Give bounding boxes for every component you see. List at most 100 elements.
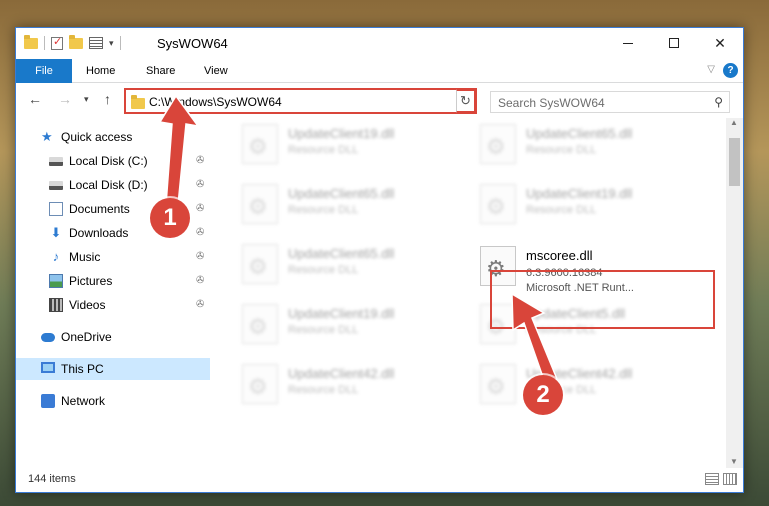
file-item[interactable]: UpdateClient19.dll Resource DLL: [212, 298, 442, 350]
search-icon[interactable]: ⚲: [714, 95, 723, 109]
sidebar-label: Music: [69, 250, 101, 264]
computer-icon: [41, 362, 55, 373]
large-icons-view-icon[interactable]: [723, 473, 737, 485]
videos-icon: [49, 298, 63, 312]
title-bar: ▾ SysWOW64 ✕: [16, 28, 743, 59]
file-item[interactable]: UpdateClient65.dll Resource DLL: [212, 178, 442, 230]
details-view-icon[interactable]: [705, 473, 719, 485]
view-buttons: [705, 473, 737, 485]
highlight-box: [490, 270, 715, 329]
address-path[interactable]: C:\Windows\SysWOW64: [149, 95, 282, 109]
explorer-window: ▾ SysWOW64 ✕ File Home Share View ▽ ? ← …: [15, 27, 744, 493]
close-button[interactable]: ✕: [697, 28, 743, 58]
pin-icon: ✇: [196, 179, 205, 190]
separator: [119, 36, 121, 50]
network-icon: [41, 394, 55, 408]
sidebar-item-pictures[interactable]: Pictures ✇: [16, 270, 210, 292]
up-arrow-icon[interactable]: ↑: [104, 91, 111, 107]
maximize-button[interactable]: [651, 28, 697, 58]
sidebar-item-this-pc[interactable]: This PC: [16, 358, 210, 380]
help-icon[interactable]: ?: [723, 63, 738, 78]
customize-icon[interactable]: [89, 37, 103, 49]
file-item[interactable]: UpdateClient65.dll Resource DLL: [450, 118, 680, 170]
scroll-down-icon[interactable]: ▼: [730, 457, 738, 466]
back-arrow-icon[interactable]: ←: [28, 91, 42, 107]
sidebar-label: Pictures: [69, 274, 113, 288]
item-count: 144 items: [28, 473, 76, 485]
file-item[interactable]: UpdateClient19.dll Resource DLL: [212, 118, 442, 170]
sidebar-item-videos[interactable]: Videos ✇: [16, 294, 210, 316]
dll-file-icon: [242, 244, 278, 284]
dll-file-icon: [242, 124, 278, 164]
sidebar-label: OneDrive: [61, 330, 112, 344]
file-name: mscoree.dll: [526, 248, 593, 263]
minimize-button[interactable]: [605, 28, 651, 58]
sidebar-item-local-disk-c[interactable]: Local Disk (C:) ✇: [16, 150, 210, 172]
file-description: Resource DLL: [288, 144, 359, 156]
dll-file-icon: [480, 124, 516, 164]
pin-icon: ✇: [196, 155, 205, 166]
file-item[interactable]: UpdateClient65.dll Resource DLL: [212, 238, 442, 290]
properties-check-icon[interactable]: [51, 35, 63, 50]
file-description: Resource DLL: [526, 144, 597, 156]
file-name: UpdateClient65.dll: [526, 126, 633, 141]
dll-file-icon: [242, 184, 278, 224]
sidebar-label: Local Disk (D:): [69, 178, 148, 192]
recent-locations-icon[interactable]: ▾: [84, 94, 89, 105]
vertical-scrollbar[interactable]: ▲ ▼: [726, 118, 743, 468]
callout-2: 2: [523, 375, 563, 415]
pin-icon: ✇: [196, 251, 205, 262]
sidebar-item-music[interactable]: ♪ Music ✇: [16, 246, 210, 268]
file-name: UpdateClient65.dll: [288, 186, 395, 201]
scroll-up-icon[interactable]: ▲: [730, 118, 738, 127]
music-icon: ♪: [52, 249, 60, 264]
scroll-thumb[interactable]: [729, 138, 740, 186]
folder-icon: [24, 34, 38, 49]
sidebar-item-onedrive[interactable]: OneDrive: [16, 326, 210, 348]
cloud-icon: [41, 333, 55, 342]
sidebar-label: Downloads: [69, 226, 129, 240]
sidebar-item-network[interactable]: Network: [16, 390, 210, 412]
sidebar-label: Local Disk (C:): [69, 154, 148, 168]
window-title: SysWOW64: [157, 36, 228, 51]
sidebar-label: This PC: [61, 362, 104, 376]
sidebar-item-local-disk-d[interactable]: Local Disk (D:) ✇: [16, 174, 210, 196]
separator: [44, 36, 45, 50]
tab-share[interactable]: Share: [146, 59, 175, 83]
pin-icon: ✇: [196, 275, 205, 286]
file-item[interactable]: UpdateClient42.dll Resource DLL: [450, 358, 680, 410]
navigation-pane: ★ Quick access Local Disk (C:) ✇ Local D…: [16, 118, 212, 468]
disk-icon: [49, 157, 63, 166]
search-placeholder[interactable]: Search SysWOW64: [498, 96, 605, 110]
sidebar-label: Documents: [69, 202, 130, 216]
new-folder-icon[interactable]: [69, 34, 83, 49]
sidebar-label: Network: [61, 394, 106, 408]
dll-file-icon: [242, 364, 278, 404]
file-item[interactable]: UpdateClient42.dll Resource DLL: [212, 358, 442, 410]
forward-arrow-icon[interactable]: →: [58, 91, 72, 107]
qat-dropdown-icon[interactable]: ▾: [109, 38, 114, 49]
file-description: Resource DLL: [288, 384, 359, 396]
address-bar[interactable]: C:\Windows\SysWOW64 ▾: [124, 88, 477, 114]
pin-icon: ✇: [196, 299, 205, 310]
file-item[interactable]: UpdateClient19.dll Resource DLL: [450, 178, 680, 230]
file-description: Resource DLL: [526, 204, 597, 216]
file-name: UpdateClient42.dll: [288, 366, 395, 381]
refresh-button[interactable]: ↻: [456, 89, 476, 113]
file-description: Resource DLL: [288, 264, 359, 276]
downloads-icon: ⬇: [50, 225, 62, 240]
dll-file-icon: [242, 304, 278, 344]
ribbon: File Home Share View ▽ ?: [16, 59, 743, 83]
ribbon-collapse-icon[interactable]: ▽: [707, 64, 715, 75]
tab-home[interactable]: Home: [86, 59, 115, 83]
navigation-bar: ← → ▾ ↑ C:\Windows\SysWOW64 ▾ ↻ Search S…: [16, 84, 743, 116]
callout-1: 1: [150, 198, 190, 238]
dll-file-icon: [480, 184, 516, 224]
sidebar-label: Videos: [69, 298, 106, 312]
tab-file[interactable]: File: [16, 59, 72, 83]
disk-icon: [49, 181, 63, 190]
tab-view[interactable]: View: [204, 59, 228, 83]
search-box[interactable]: Search SysWOW64 ⚲: [490, 91, 730, 113]
sidebar-item-quick-access[interactable]: ★ Quick access: [16, 126, 210, 148]
star-icon: ★: [41, 129, 53, 144]
